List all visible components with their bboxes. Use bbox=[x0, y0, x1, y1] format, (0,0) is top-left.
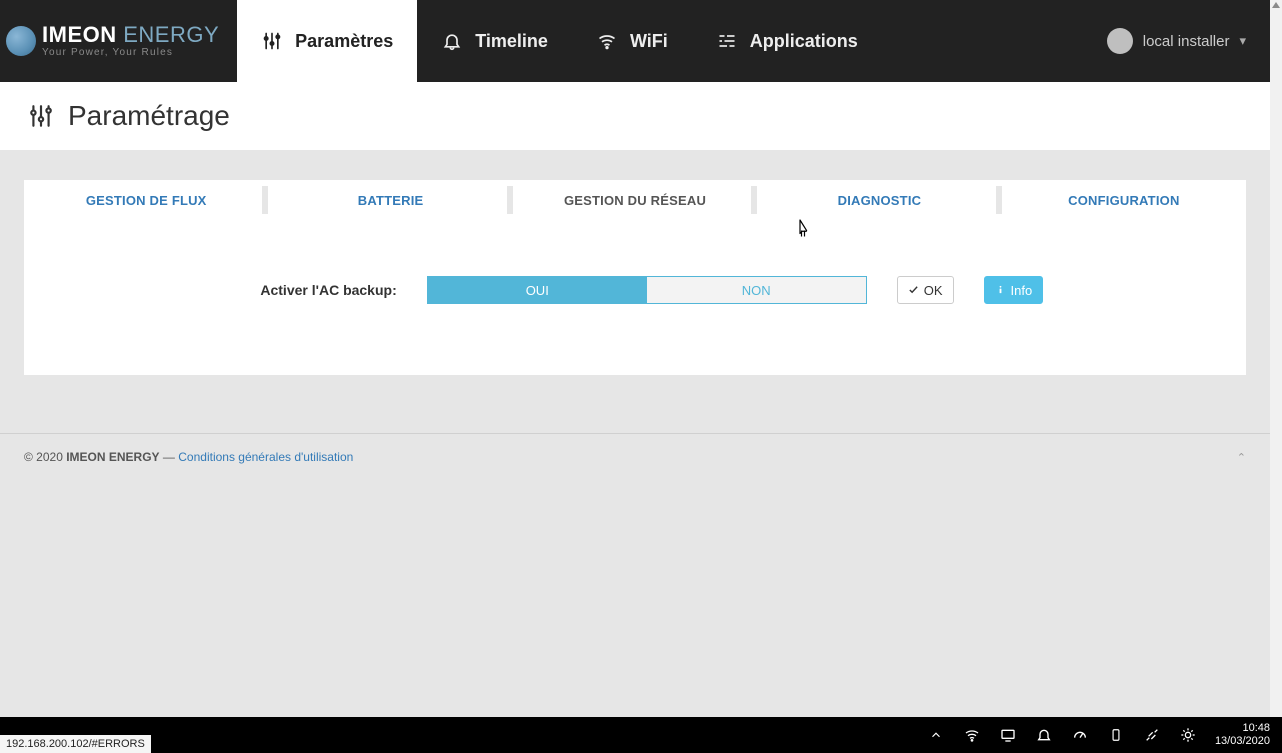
brand-logo[interactable]: IMEON ENERGY Your Power, Your Rules bbox=[0, 0, 237, 82]
brand-name-strong: IMEON bbox=[42, 22, 117, 47]
tab-diagnostic[interactable]: DIAGNOSTIC bbox=[757, 180, 1001, 220]
footer: © 2020 IMEON ENERGY — Conditions général… bbox=[0, 433, 1270, 480]
ok-button[interactable]: OK bbox=[897, 276, 954, 304]
info-label: Info bbox=[1011, 283, 1033, 298]
nav-wifi-label: WiFi bbox=[630, 31, 668, 52]
status-url: 192.168.200.102/#ERRORS bbox=[0, 735, 151, 753]
ac-backup-toggle: OUI NON bbox=[427, 276, 867, 304]
top-nav: IMEON ENERGY Your Power, Your Rules Para… bbox=[0, 0, 1270, 82]
nav-parametres-label: Paramètres bbox=[295, 31, 393, 52]
ok-label: OK bbox=[924, 283, 943, 298]
footer-terms-link[interactable]: Conditions générales d'utilisation bbox=[178, 450, 353, 464]
avatar-icon bbox=[1107, 28, 1133, 54]
nav-timeline[interactable]: Timeline bbox=[417, 0, 572, 82]
footer-brand: IMEON ENERGY bbox=[66, 450, 159, 464]
page-title: Paramétrage bbox=[68, 100, 230, 132]
tray-chevron-up-icon[interactable] bbox=[927, 726, 945, 744]
tab-batterie[interactable]: BATTERIE bbox=[268, 180, 512, 220]
tab-flux[interactable]: GESTION DE FLUX bbox=[24, 180, 268, 220]
browser-scrollbar[interactable] bbox=[1270, 0, 1282, 717]
chevron-down-icon: ▾ bbox=[1239, 33, 1246, 49]
ac-backup-row: Activer l'AC backup: OUI NON OK Info bbox=[24, 220, 1246, 304]
brand-text: IMEON ENERGY Your Power, Your Rules bbox=[42, 24, 219, 58]
footer-sep: — bbox=[160, 450, 179, 464]
logo-icon bbox=[6, 26, 36, 56]
nav-parametres[interactable]: Paramètres bbox=[237, 0, 417, 82]
tray-gauge-icon[interactable] bbox=[1071, 726, 1089, 744]
ac-backup-label: Activer l'AC backup: bbox=[227, 282, 397, 298]
brand-tagline: Your Power, Your Rules bbox=[42, 48, 219, 58]
page-header: Paramétrage bbox=[0, 82, 1270, 150]
tab-panel: GESTION DE FLUX BATTERIE GESTION DU RÉSE… bbox=[24, 180, 1246, 375]
nav-applications-label: Applications bbox=[750, 31, 858, 52]
clock-date: 13/03/2020 bbox=[1215, 735, 1270, 748]
apps-icon bbox=[716, 30, 738, 52]
tray-monitor-icon[interactable] bbox=[999, 726, 1017, 744]
system-tray: 10:48 13/03/2020 bbox=[927, 722, 1282, 748]
sliders-icon bbox=[28, 103, 54, 129]
scroll-top-icon[interactable]: ⌃ bbox=[1237, 451, 1246, 464]
tab-configuration[interactable]: CONFIGURATION bbox=[1002, 180, 1246, 220]
brand-name-light: ENERGY bbox=[117, 22, 220, 47]
toggle-oui[interactable]: OUI bbox=[428, 277, 647, 303]
clock-time: 10:48 bbox=[1215, 722, 1270, 735]
info-icon bbox=[995, 283, 1006, 298]
info-button[interactable]: Info bbox=[984, 276, 1044, 304]
tray-brightness-icon[interactable] bbox=[1179, 726, 1197, 744]
tabs: GESTION DE FLUX BATTERIE GESTION DU RÉSE… bbox=[24, 180, 1246, 220]
nav-applications[interactable]: Applications bbox=[692, 0, 882, 82]
tab-reseau[interactable]: GESTION DU RÉSEAU bbox=[513, 180, 757, 220]
sliders-icon bbox=[261, 30, 283, 52]
wifi-icon bbox=[596, 30, 618, 52]
user-name: local installer bbox=[1143, 33, 1230, 50]
tray-wifi-icon[interactable] bbox=[963, 726, 981, 744]
toggle-non[interactable]: NON bbox=[647, 277, 866, 303]
user-menu[interactable]: local installer ▾ bbox=[1107, 0, 1270, 82]
taskbar-clock[interactable]: 10:48 13/03/2020 bbox=[1215, 722, 1270, 748]
content: GESTION DE FLUX BATTERIE GESTION DU RÉSE… bbox=[0, 150, 1270, 375]
tray-bell-icon[interactable] bbox=[1035, 726, 1053, 744]
bell-icon bbox=[441, 30, 463, 52]
check-icon bbox=[908, 283, 919, 298]
tray-phone-icon[interactable] bbox=[1107, 726, 1125, 744]
nav-wifi[interactable]: WiFi bbox=[572, 0, 692, 82]
nav-timeline-label: Timeline bbox=[475, 31, 548, 52]
tray-plug-icon[interactable] bbox=[1143, 726, 1161, 744]
taskbar: 192.168.200.102/#ERRORS 10:48 13/03/2020 bbox=[0, 717, 1282, 753]
footer-copyright: © 2020 bbox=[24, 450, 66, 464]
